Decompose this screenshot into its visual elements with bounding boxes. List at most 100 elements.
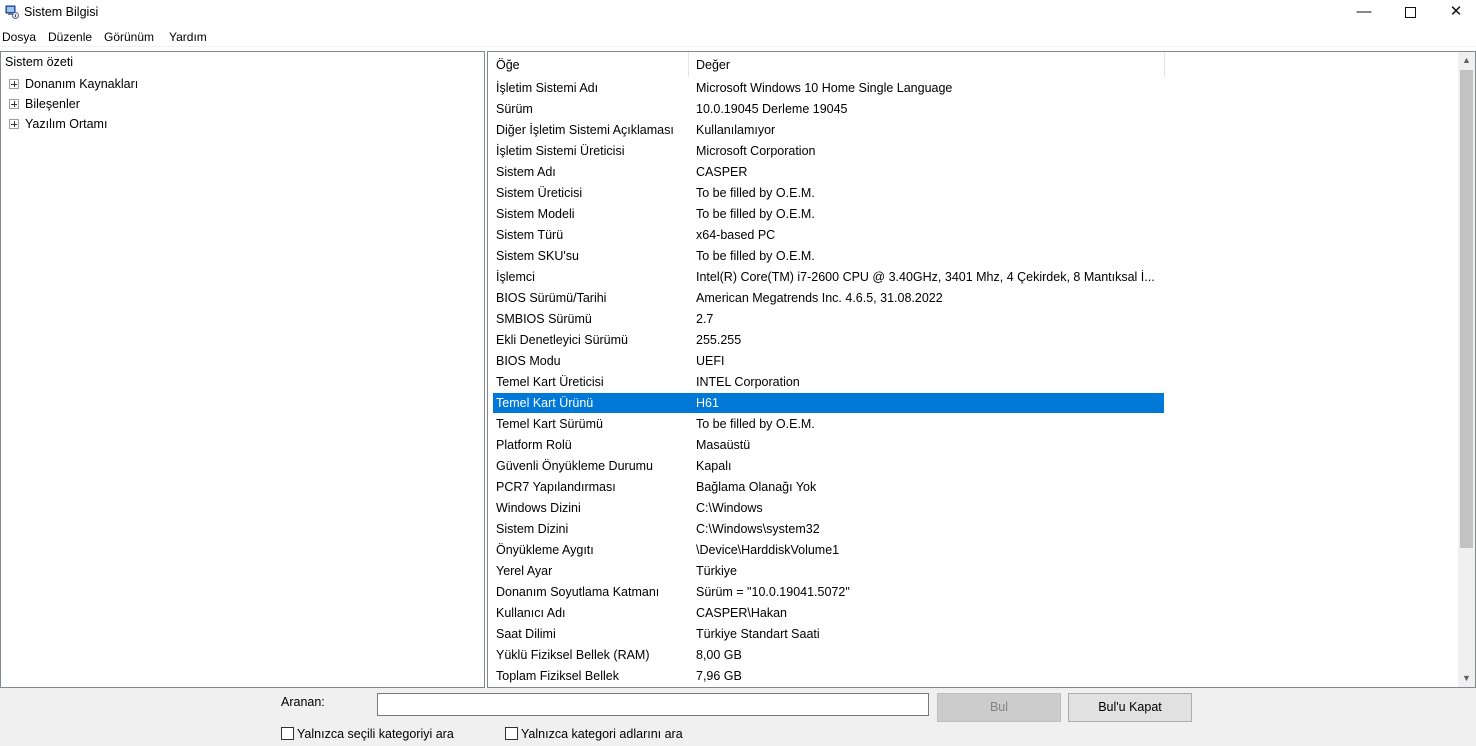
scroll-down-icon[interactable]: ▼ [1458, 670, 1475, 687]
checkbox-icon[interactable] [281, 727, 294, 740]
menu-view[interactable]: Görünüm [104, 30, 154, 44]
table-row[interactable]: Temel Kart Üreticisi INTEL Corporation [493, 372, 1164, 392]
checkbox-icon[interactable] [505, 727, 518, 740]
find-button[interactable]: Bul [937, 693, 1061, 722]
find-button-label: Bul [989, 700, 1009, 714]
tree-item-label: Yazılım Ortamı [25, 117, 108, 131]
table-row[interactable]: SMBIOS Sürümü 2.7 [493, 309, 1164, 329]
row-item-cell: Saat Dilimi [496, 627, 556, 641]
expand-icon[interactable] [9, 79, 19, 89]
row-value-cell: \Device\HarddiskVolume1 [696, 543, 840, 557]
search-panel: Aranan: Bul Bul'u Kapat Yalnızca seçili … [0, 688, 1476, 746]
table-row[interactable]: Sistem SKU'su To be filled by O.E.M. [493, 246, 1164, 266]
table-row[interactable]: İşletim Sistemi Adı Microsoft Windows 10 … [493, 78, 1164, 98]
table-row[interactable]: Temel Kart Sürümü To be filled by O.E.M. [493, 414, 1164, 434]
table-row[interactable]: İşletim Sistemi Üreticisi Microsoft Corpo… [493, 141, 1164, 161]
table-row[interactable]: Saat Dilimi Türkiye Standart Saati [493, 624, 1164, 644]
search-selected-category-checkbox[interactable]: Yalnızca seçili kategoriyi ara [281, 727, 454, 741]
row-value-cell: C:\Windows\system32 [696, 522, 820, 536]
list-header: Öğe Değer [488, 52, 1458, 77]
row-item-cell: Donanım Soyutlama Katmanı [496, 585, 660, 599]
menu-divider [0, 46, 1476, 47]
maximize-button[interactable] [1387, 0, 1433, 26]
column-divider[interactable] [688, 52, 689, 77]
row-item-cell: BIOS Sürümü/Tarihi [496, 291, 607, 305]
search-input[interactable] [377, 693, 929, 716]
row-item-cell: Sistem Adı [496, 165, 556, 179]
tree-item-system-summary[interactable]: Sistem özeti [5, 55, 73, 69]
row-value-cell: 8,00 GB [696, 648, 742, 662]
expand-icon[interactable] [9, 119, 19, 129]
table-row[interactable]: Toplam Fiziksel Bellek 7,96 GB [493, 666, 1164, 686]
column-header-item[interactable]: Öğe [496, 58, 520, 72]
table-row[interactable]: BIOS Modu UEFI [493, 351, 1164, 371]
row-value-cell: To be filled by O.E.M. [696, 249, 815, 263]
menu-help[interactable]: Yardım [169, 30, 207, 44]
row-value-cell: To be filled by O.E.M. [696, 207, 815, 221]
tree-item-label: Bileşenler [25, 97, 80, 111]
column-divider[interactable] [1164, 52, 1165, 77]
table-row[interactable]: Yerel Ayar Türkiye [493, 561, 1164, 581]
category-tree[interactable]: Sistem özeti Donanım Kaynakları Bileşenl… [0, 51, 485, 688]
row-item-cell: Temel Kart Ürünü [496, 396, 594, 410]
row-item-cell: Windows Dizini [496, 501, 581, 515]
row-value-cell: x64-based PC [696, 228, 776, 242]
checkbox-label: Yalnızca kategori adlarını ara [521, 727, 683, 741]
row-value-cell: UEFI [696, 354, 725, 368]
search-category-names-checkbox[interactable]: Yalnızca kategori adlarını ara [505, 727, 683, 741]
minimize-button[interactable]: — [1341, 0, 1387, 26]
search-label: Aranan: [281, 695, 325, 709]
scroll-thumb[interactable] [1460, 70, 1473, 548]
row-item-cell: Temel Kart Sürümü [496, 417, 603, 431]
row-item-cell: Ekli Denetleyici Sürümü [496, 333, 628, 347]
row-item-cell: Sistem Dizini [496, 522, 569, 536]
row-value-cell: 7,96 GB [696, 669, 742, 683]
row-item-cell: İşletim Sistemi Üreticisi [496, 144, 625, 158]
table-row[interactable]: Güvenli Önyükleme Durumu Kapalı [493, 456, 1164, 476]
close-button[interactable]: ✕ [1433, 0, 1476, 26]
vertical-scrollbar[interactable]: ▲ ▼ [1458, 52, 1475, 687]
table-row[interactable]: BIOS Sürümü/Tarihi American Megatrends In… [493, 288, 1164, 308]
close-find-button[interactable]: Bul'u Kapat [1068, 693, 1192, 722]
table-row[interactable]: Sistem Adı CASPER [493, 162, 1164, 182]
maximize-icon [1404, 7, 1416, 18]
close-find-button-label: Bul'u Kapat [1098, 700, 1162, 714]
menu-file[interactable]: Dosya [2, 30, 36, 44]
table-row[interactable]: Sistem Üreticisi To be filled by O.E.M. [493, 183, 1164, 203]
table-row[interactable]: Yüklü Fiziksel Bellek (RAM) 8,00 GB [493, 645, 1164, 665]
table-row[interactable]: Diğer İşletim Sistemi Açıklaması Kullanıl… [493, 120, 1164, 140]
table-row[interactable]: Windows Dizini C:\Windows [493, 498, 1164, 518]
expand-icon[interactable] [9, 99, 19, 109]
table-row[interactable]: Ekli Denetleyici Sürümü 255.255 [493, 330, 1164, 350]
row-value-cell: Türkiye Standart Saati [696, 627, 820, 641]
details-list[interactable]: Öğe Değer İşletim Sistemi Adı Microsoft W… [487, 51, 1476, 688]
scroll-up-icon[interactable]: ▲ [1458, 52, 1475, 69]
row-item-cell: Yerel Ayar [496, 564, 553, 578]
table-row[interactable]: Platform Rolü Masaüstü [493, 435, 1164, 455]
table-row[interactable]: Sürüm 10.0.19045 Derleme 19045 [493, 99, 1164, 119]
table-row[interactable]: Kullanıcı Adı CASPER\Hakan [493, 603, 1164, 623]
table-row[interactable]: PCR7 Yapılandırması Bağlama Olanağı Yok [493, 477, 1164, 497]
table-row[interactable]: Donanım Soyutlama Katmanı Sürüm = "10.0.1… [493, 582, 1164, 602]
table-row[interactable]: Sistem Modeli To be filled by O.E.M. [493, 204, 1164, 224]
row-item-cell: Temel Kart Üreticisi [496, 375, 604, 389]
table-row[interactable]: Sistem Türü x64-based PC [493, 225, 1164, 245]
row-value-cell: Türkiye [696, 564, 737, 578]
row-value-cell: 10.0.19045 Derleme 19045 [696, 102, 848, 116]
row-item-cell: SMBIOS Sürümü [496, 312, 592, 326]
menu-edit[interactable]: Düzenle [48, 30, 92, 44]
row-value-cell: 255.255 [696, 333, 742, 347]
column-header-value[interactable]: Değer [696, 58, 730, 72]
row-item-cell: PCR7 Yapılandırması [496, 480, 616, 494]
row-item-cell: Diğer İşletim Sistemi Açıklaması [496, 123, 674, 137]
row-value-cell: Kullanılamıyor [696, 123, 776, 137]
table-row[interactable]: Temel Kart Ürünü H61 [493, 393, 1164, 413]
table-row[interactable]: Sistem Dizini C:\Windows\system32 [493, 519, 1164, 539]
table-row[interactable]: Önyükleme Aygıtı \Device\HarddiskVolume1 [493, 540, 1164, 560]
row-value-cell: Sürüm = "10.0.19041.5072" [696, 585, 850, 599]
row-item-cell: Yüklü Fiziksel Bellek (RAM) [496, 648, 650, 662]
row-item-cell: Platform Rolü [496, 438, 572, 452]
table-row[interactable]: İşlemci Intel(R) Core(TM) i7-2600 CPU @ 3… [493, 267, 1164, 287]
row-value-cell: Microsoft Windows 10 Home Single Languag… [696, 81, 953, 95]
row-value-cell: American Megatrends Inc. 4.6.5, 31.08.20… [696, 291, 943, 305]
